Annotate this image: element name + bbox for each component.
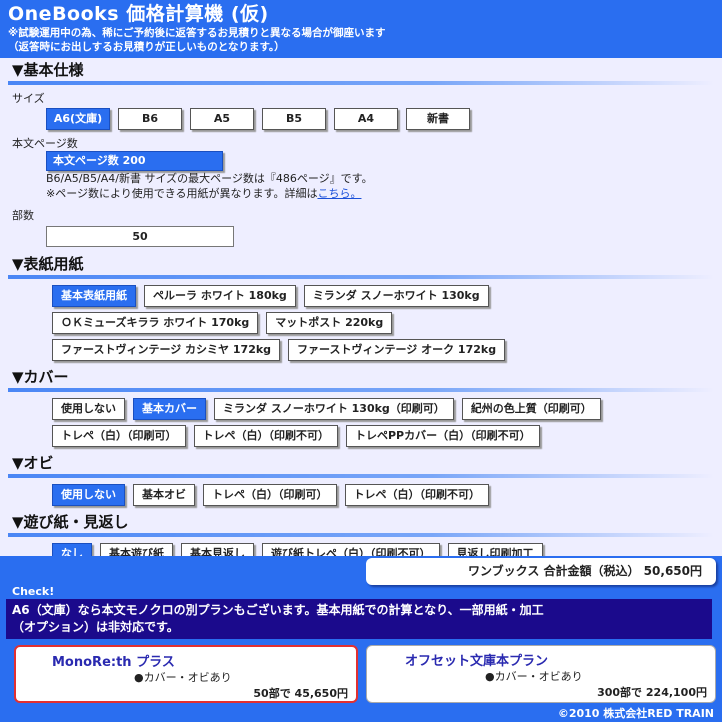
plan-option: ●カバー・オビあり — [134, 671, 232, 684]
plan-title: MonoRe:th プラス — [52, 655, 175, 670]
section-divider — [8, 388, 714, 392]
section-heading-obi: ▼オビ — [12, 454, 54, 472]
cover-trepe-pp[interactable]: トレペPPカバー（白）（印刷不可） — [346, 425, 540, 447]
paper-info-text: ※ページ数により使用できる用紙が異なります。詳細は — [46, 187, 318, 200]
plan-price: 50部で 45,650円 — [253, 687, 348, 700]
check-message-line-1: A6（文庫）なら本文モノクロの別プランもございます。基本用紙での計算となり、一部… — [12, 603, 544, 617]
obi-trepe-nonprintable[interactable]: トレペ（白）（印刷不可） — [344, 484, 489, 506]
section-heading-basic: ▼基本仕様 — [12, 61, 84, 79]
section-heading-endpaper: ▼遊び紙・見返し — [12, 513, 129, 531]
obi-none[interactable]: 使用しない — [52, 484, 125, 506]
size-button-a6[interactable]: A6(文庫) — [46, 108, 110, 130]
cover-trepe-nonprintable[interactable]: トレペ（白）（印刷不可） — [193, 425, 338, 447]
details-link[interactable]: こちら。 — [317, 187, 361, 200]
cover-paper-mattpost[interactable]: マットポスト 220kg — [266, 312, 393, 334]
size-button-b5[interactable]: B5 — [262, 108, 326, 130]
copyright: ©2010 株式会社RED TRAIN — [557, 707, 714, 720]
max-pages-info: B6/A5/B5/A4/新書 サイズの最大ページ数は『486ページ』です。 — [46, 172, 373, 185]
main-content: ▼基本仕様 サイズ A6(文庫) B6 A5 B5 A4 新書 本文ページ数 本… — [0, 59, 722, 565]
check-badge: Check! — [6, 585, 74, 599]
size-button-b6[interactable]: B6 — [118, 108, 182, 130]
total-price: ワンブックス 合計金額（税込） 50,650円 — [366, 558, 716, 585]
cover-paper-vintage-cashmere[interactable]: ファーストヴィンテージ カシミヤ 172kg — [52, 339, 281, 361]
quantity-input[interactable]: 50 — [46, 226, 234, 247]
section-divider — [8, 533, 714, 537]
cover-paper-miranda[interactable]: ミランダ スノーホワイト 130kg — [303, 285, 489, 307]
cover-trepe-printable[interactable]: トレペ（白）（印刷可） — [52, 425, 186, 447]
cover-kishu[interactable]: 紀州の色上質（印刷可） — [461, 398, 601, 420]
plan-card-monoreth[interactable]: MonoRe:th プラス ●カバー・オビあり 50部で 45,650円 — [14, 645, 358, 703]
size-label: サイズ — [12, 92, 45, 105]
section-divider — [8, 81, 714, 85]
plan-option: ●カバー・オビあり — [485, 670, 583, 683]
obi-trepe-printable[interactable]: トレペ（白）（印刷可） — [203, 484, 337, 506]
notice-line-2: （返答時にお出しするお見積りが正しいものとなります。） — [8, 41, 285, 53]
cover-miranda[interactable]: ミランダ スノーホワイト 130kg（印刷可） — [214, 398, 454, 420]
section-heading-cover-paper: ▼表紙用紙 — [12, 255, 84, 273]
pages-select[interactable]: 本文ページ数 200 — [46, 151, 223, 171]
plan-card-offset[interactable]: オフセット文庫本プラン ●カバー・オビあり 300部で 224,100円 — [366, 645, 716, 703]
cover-paper-perula[interactable]: ペルーラ ホワイト 180kg — [144, 285, 296, 307]
check-message: A6（文庫）なら本文モノクロの別プランもございます。基本用紙での計算となり、一部… — [6, 599, 712, 639]
pages-label: 本文ページ数 — [12, 137, 78, 150]
section-divider — [8, 474, 714, 478]
page-title: OneBooks 価格計算機 (仮) — [8, 3, 269, 25]
obi-basic[interactable]: 基本オビ — [133, 484, 195, 506]
section-divider — [8, 275, 714, 279]
page-header: OneBooks 価格計算機 (仮) ※試験運用中の為、稀にご予約後に返答するお… — [0, 0, 722, 58]
cover-paper-ok-muse[interactable]: ＯＫミューズキララ ホワイト 170kg — [52, 312, 259, 334]
cover-basic[interactable]: 基本カバー — [133, 398, 206, 420]
cover-none[interactable]: 使用しない — [52, 398, 125, 420]
notice-line-1: ※試験運用中の為、稀にご予約後に返答するお見積りと異なる場合が御座います — [8, 27, 386, 39]
plan-price: 300部で 224,100円 — [597, 686, 707, 699]
section-heading-cover: ▼カバー — [12, 368, 69, 386]
plan-title: オフセット文庫本プラン — [405, 654, 549, 669]
size-button-a4[interactable]: A4 — [334, 108, 398, 130]
paper-info: ※ページ数により使用できる用紙が異なります。詳細はこちら。 — [46, 186, 710, 201]
size-button-shinsho[interactable]: 新書 — [406, 108, 470, 130]
check-message-line-2: （オプション）は非対応です。 — [12, 620, 179, 634]
cover-paper-basic[interactable]: 基本表紙用紙 — [52, 285, 136, 307]
quantity-label: 部数 — [12, 209, 34, 222]
cover-paper-vintage-oak[interactable]: ファーストヴィンテージ オーク 172kg — [288, 339, 506, 361]
size-button-a5[interactable]: A5 — [190, 108, 254, 130]
